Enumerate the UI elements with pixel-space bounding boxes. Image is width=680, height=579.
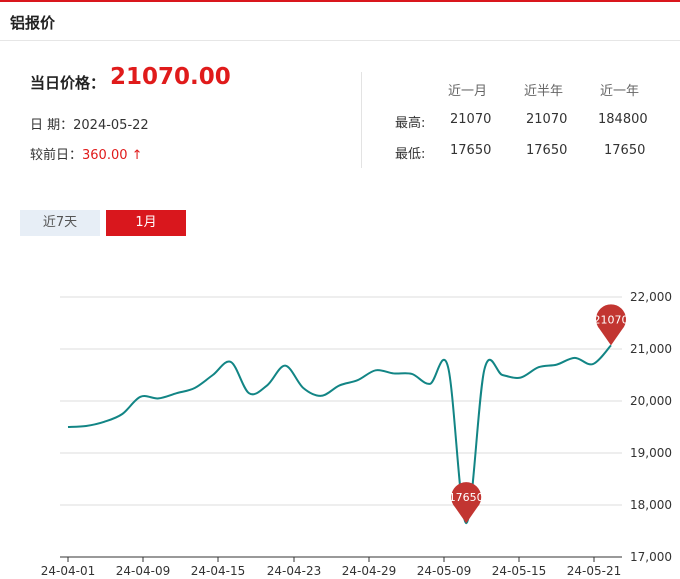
y-tick-label: 21,000 — [630, 342, 672, 356]
header: 铝报价 — [0, 2, 680, 41]
marker-label: 21070 — [594, 313, 629, 326]
y-tick-label: 18,000 — [630, 498, 672, 512]
tab-1month[interactable]: 1月 — [106, 210, 186, 236]
stats-high-halfyear: 21070 — [526, 112, 568, 127]
up-arrow-icon: ↑ — [131, 148, 143, 163]
change-value: 360.00 — [82, 148, 128, 163]
divider — [361, 72, 362, 168]
stats-high-month: 21070 — [450, 112, 492, 127]
tab-7days[interactable]: 近7天 — [20, 210, 100, 236]
marker-pin — [451, 482, 482, 524]
stats-col-month: 近一月 — [448, 84, 488, 99]
stats-row-label-low: 最低: — [395, 147, 426, 162]
stats-high-year: 184800 — [598, 112, 648, 127]
change-label: 较前日： — [30, 148, 83, 163]
current-price-value: 21070.00 — [110, 64, 231, 90]
x-tick-label: 24-04-15 — [191, 564, 245, 578]
stats-low-halfyear: 17650 — [526, 143, 568, 158]
x-tick-label: 24-04-23 — [267, 564, 321, 578]
x-tick-label: 24-05-09 — [417, 564, 471, 578]
stats-col-year: 近一年 — [600, 84, 640, 99]
x-tick-label: 24-04-01 — [41, 564, 95, 578]
y-tick-label: 20,000 — [630, 394, 672, 408]
change-row: 较前日：360.00 ↑ — [30, 144, 143, 163]
y-tick-label: 19,000 — [630, 446, 672, 460]
current-price-label: 当日价格： — [30, 74, 106, 92]
price-series-line — [67, 344, 612, 525]
date-value: 2024-05-22 — [73, 118, 149, 133]
x-tick-label: 24-05-21 — [567, 564, 621, 578]
stats-row-label-high: 最高: — [395, 116, 426, 131]
x-tick-label: 24-04-29 — [342, 564, 396, 578]
stats-low-month: 17650 — [450, 143, 492, 158]
x-tick-label: 24-05-15 — [492, 564, 546, 578]
stats-col-halfyear: 近半年 — [524, 84, 564, 99]
page-title: 铝报价 — [10, 14, 56, 32]
date-label: 日 期： — [30, 118, 74, 133]
y-tick-label: 22,000 — [630, 290, 672, 304]
marker-pin — [596, 304, 627, 346]
stats-low-year: 17650 — [604, 143, 646, 158]
date-row: 日 期：2024-05-22 — [30, 114, 149, 133]
marker-label: 17650 — [449, 491, 484, 504]
x-tick-label: 24-04-09 — [116, 564, 170, 578]
y-tick-label: 17,000 — [630, 550, 672, 564]
